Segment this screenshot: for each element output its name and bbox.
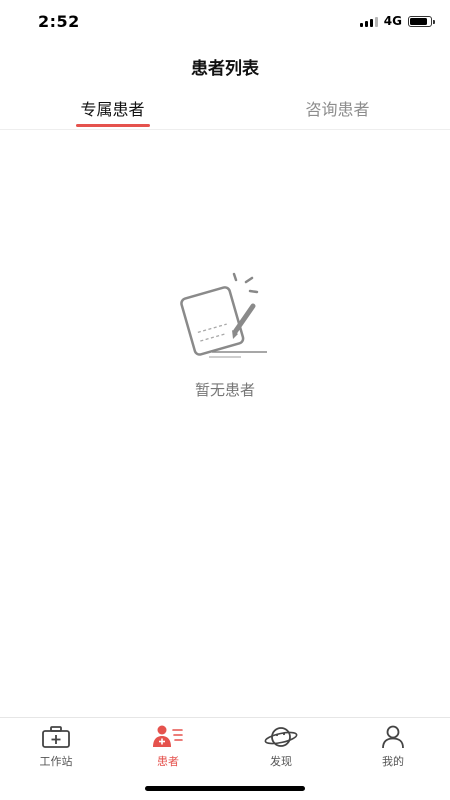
- medical-kit-icon: [42, 726, 70, 748]
- tab-consult-patients[interactable]: 咨询患者: [225, 96, 450, 120]
- status-time: 2:52: [38, 12, 80, 31]
- battery-icon: [408, 15, 435, 27]
- tabbar-item-workstation[interactable]: 工作站: [0, 718, 112, 774]
- empty-state-message: 暂无患者: [194, 381, 255, 399]
- status-bar: 2:52 4G: [0, 0, 450, 44]
- tabbar-label-me: 我的: [382, 755, 404, 768]
- page-title: 患者列表: [191, 59, 259, 79]
- patient-list-icon: [153, 725, 183, 747]
- tabbar-label-workstation: 工作站: [39, 755, 73, 768]
- signal-strength-icon: [359, 16, 378, 27]
- tabbar-item-patients[interactable]: 患者: [112, 718, 224, 774]
- tabbar-item-me[interactable]: 我的: [337, 718, 449, 774]
- network-type: 4G: [383, 14, 402, 28]
- active-tab-indicator: [76, 124, 150, 127]
- notepad-pencil-icon: [175, 268, 275, 362]
- tabbar-label-discover: 发现: [270, 755, 292, 768]
- planet-icon: [264, 727, 298, 747]
- home-indicator: [145, 786, 305, 791]
- status-indicators: 4G: [359, 14, 435, 28]
- tab-bar-top: 专属患者 咨询患者: [0, 88, 450, 130]
- tab-exclusive-patients[interactable]: 专属患者: [0, 96, 225, 120]
- user-icon: [382, 725, 404, 749]
- tabbar-label-patients: 患者: [157, 755, 179, 768]
- tabbar-item-discover[interactable]: 发现: [225, 718, 337, 774]
